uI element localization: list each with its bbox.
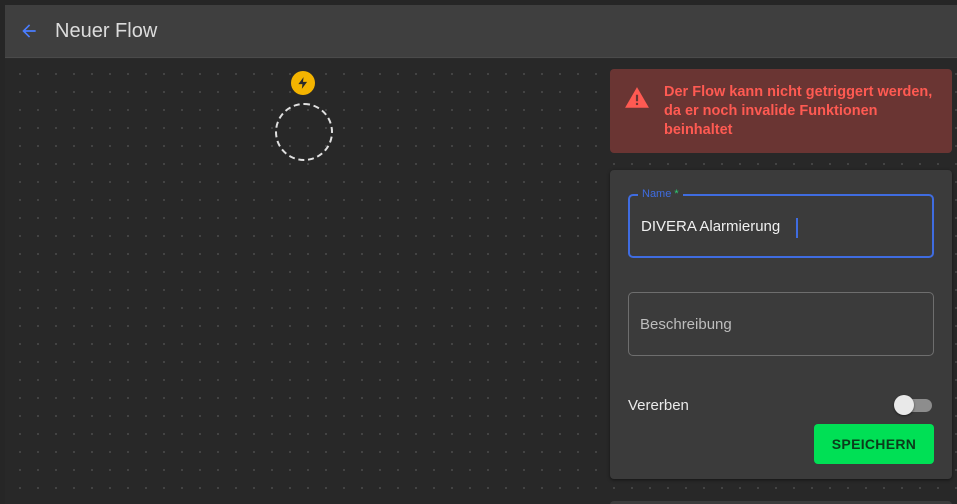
alert-message: Der Flow kann nicht getriggert werden, d… (664, 84, 933, 138)
inherit-row: Vererben (628, 394, 934, 416)
inherit-label: Vererben (628, 396, 689, 414)
app-bar: Neuer Flow (5, 5, 957, 58)
save-button[interactable]: SPEICHERN (814, 424, 934, 464)
trigger-badge (291, 71, 315, 95)
text-caret (796, 218, 798, 238)
toggle-thumb (894, 395, 914, 415)
inherit-toggle[interactable] (894, 394, 934, 416)
app-frame: Neuer Flow Der Flow kann nicht getrigger… (5, 5, 957, 504)
arrow-left-icon (22, 24, 36, 38)
side-panel: Der Flow kann nicht getriggert werden, d… (610, 69, 952, 479)
empty-trigger-placeholder[interactable] (275, 103, 333, 161)
flow-settings-card: Name * Vererben SPEICHERN (610, 170, 952, 479)
back-button[interactable] (5, 5, 53, 58)
bolt-icon (298, 77, 308, 89)
description-input[interactable] (629, 293, 933, 355)
trigger-node[interactable] (275, 71, 333, 163)
description-field[interactable] (628, 292, 934, 356)
warning-triangle-icon (625, 87, 649, 108)
name-input[interactable] (630, 196, 932, 256)
name-field[interactable]: Name * (628, 188, 934, 258)
page-title: Neuer Flow (55, 19, 158, 42)
error-alert: Der Flow kann nicht getriggert werden, d… (610, 69, 952, 153)
